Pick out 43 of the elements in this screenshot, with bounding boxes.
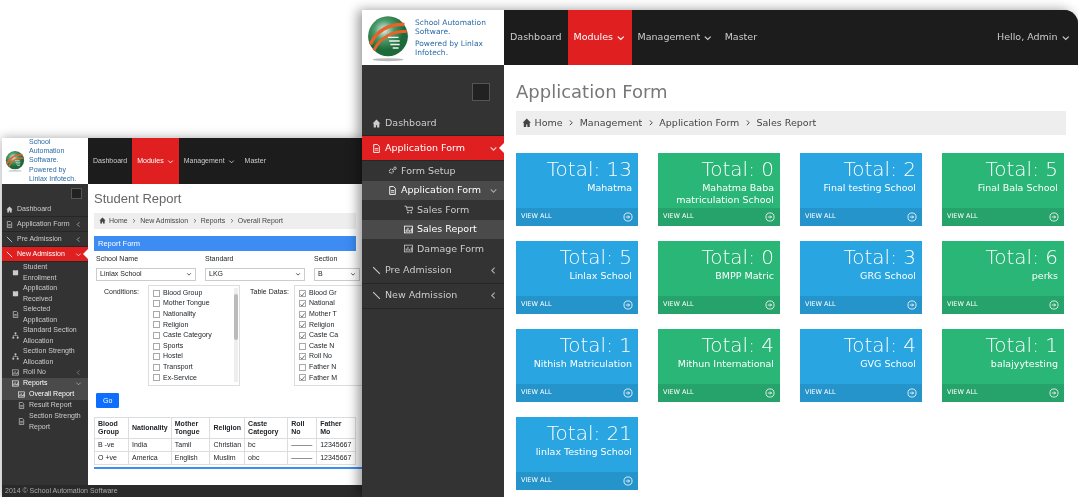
- tile-total: Total: 21: [545, 420, 632, 447]
- sidebar-item[interactable]: Sales Form: [362, 200, 504, 220]
- tile-label: Linlax School: [568, 270, 632, 283]
- menu-tab[interactable]: Modules: [567, 10, 632, 65]
- tile-total: Total: 13: [545, 156, 632, 183]
- breadcrumb-link[interactable]: Management: [579, 116, 643, 131]
- tile-label: Mahatma: [586, 182, 632, 195]
- sidebar-item[interactable]: Form Setup: [362, 161, 504, 181]
- tile-label: GRG School: [859, 270, 916, 283]
- tile-label: BMPP Matric: [714, 270, 774, 283]
- tile-total: Total: 1: [984, 332, 1058, 359]
- tile-label: GVG School: [859, 358, 916, 371]
- breadcrumb-link[interactable]: Home: [522, 116, 563, 131]
- tile-total: Total: 4: [842, 332, 916, 359]
- menu-tab[interactable]: Dashboard: [504, 10, 568, 65]
- user-menu[interactable]: Hello, Admin: [989, 10, 1078, 65]
- tile-label: linlax Testing School: [534, 446, 632, 459]
- sidebar-item[interactable]: Damage Form: [362, 239, 504, 259]
- tile-label: Nithish Matriculation: [532, 358, 632, 371]
- sidebar-item[interactable]: Application Form: [362, 180, 504, 200]
- breadcrumb-link[interactable]: Sales Report: [756, 116, 817, 131]
- sidebar-item[interactable]: Application Form: [362, 136, 504, 161]
- menu-tab[interactable]: Management: [631, 10, 719, 65]
- tile-total: Total: 6: [984, 244, 1058, 271]
- sidebar-item[interactable]: Sales Report: [362, 219, 504, 239]
- tile-label: Final testing School: [822, 182, 916, 195]
- tile-total: Total: 5: [984, 156, 1058, 183]
- tile-label: Mithun International: [676, 358, 774, 371]
- page-title: Student Report: [94, 190, 183, 208]
- tile-label: Mahatma Baba matriculation School: [675, 182, 774, 207]
- tile-total: Total: 4: [700, 332, 774, 359]
- tile-total: Total: 1: [558, 332, 632, 359]
- tile-label: perks: [1030, 270, 1058, 283]
- menu-tab[interactable]: Master: [718, 10, 764, 65]
- tile-total: Total: 3: [842, 244, 916, 271]
- tile-total: Total: 2: [842, 156, 916, 183]
- tile-label: Final Bala School: [976, 182, 1058, 195]
- tile-total: Total: 0: [700, 156, 774, 183]
- tile-total: Total: 0: [700, 244, 774, 271]
- breadcrumb-link[interactable]: Application Form: [659, 116, 740, 131]
- page-title: Application Form: [516, 83, 669, 101]
- tile-total: Total: 5: [558, 244, 632, 271]
- tile-label: balajyytesting: [989, 358, 1058, 371]
